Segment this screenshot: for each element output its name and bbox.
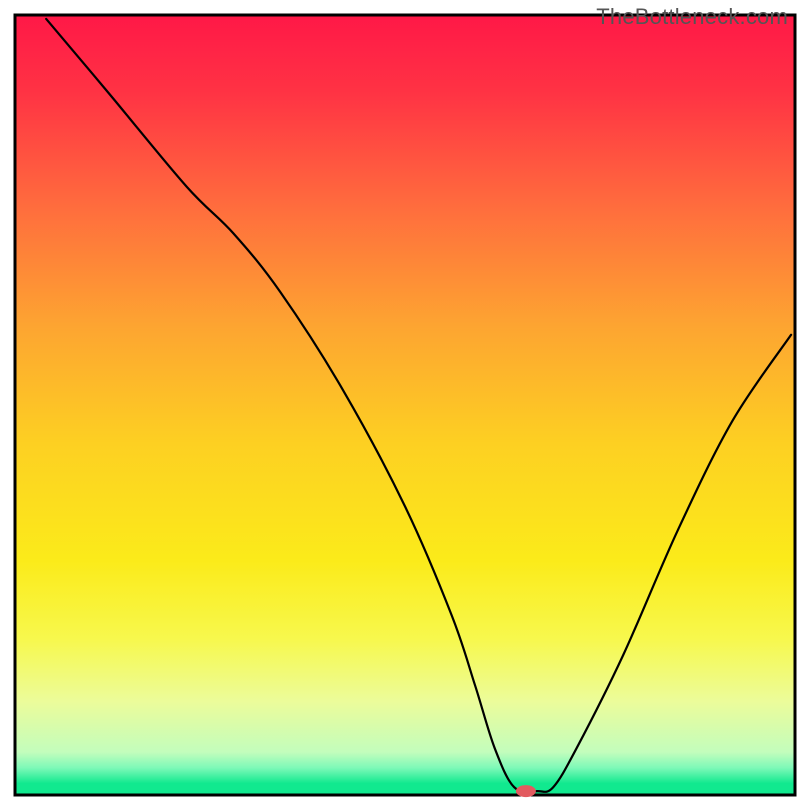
bottleneck-chart: TheBottleneck.com bbox=[0, 0, 800, 800]
optimal-point-marker bbox=[516, 785, 536, 797]
plot-background bbox=[15, 15, 795, 795]
watermark-text: TheBottleneck.com bbox=[596, 4, 788, 30]
chart-svg bbox=[0, 0, 800, 800]
